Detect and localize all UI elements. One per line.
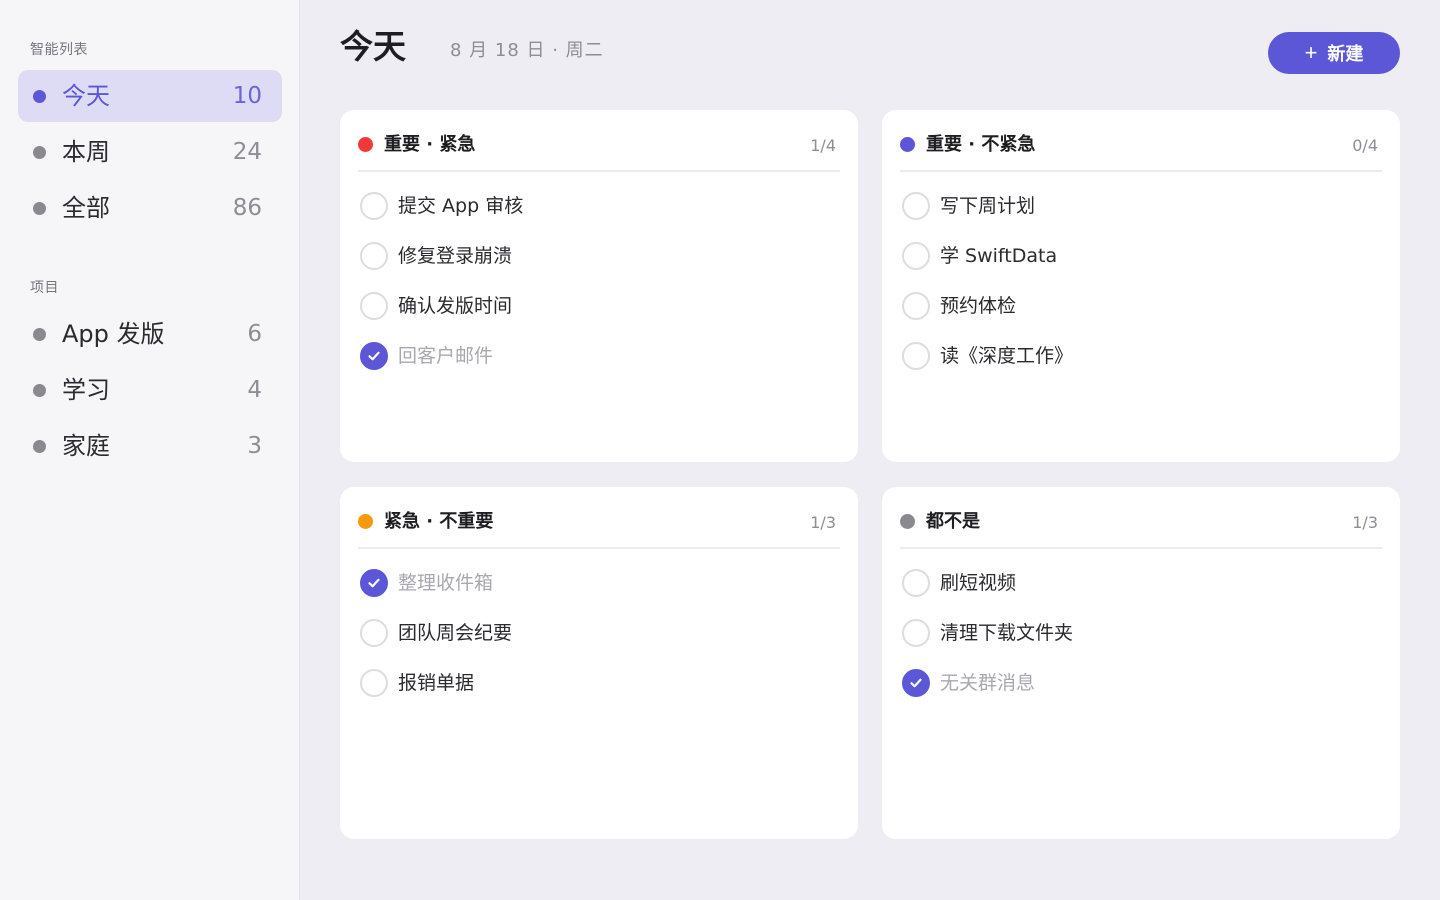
plus-icon: + bbox=[1304, 40, 1318, 65]
checked-circle-icon[interactable] bbox=[902, 669, 930, 697]
unchecked-circle-icon[interactable] bbox=[902, 569, 930, 597]
quadrant-important-urgent: 重要 · 紧急 1/4 提交 App 审核 修复登录崩溃 确认发版时间 回客户邮件 bbox=[340, 110, 858, 462]
sidebar-item-label: 全部 bbox=[62, 194, 110, 222]
page-date: 8 月 18 日 · 周二 bbox=[450, 40, 604, 61]
unchecked-circle-icon[interactable] bbox=[360, 619, 388, 647]
task-label: 刷短视频 bbox=[940, 572, 1017, 594]
sidebar-item-family[interactable]: 家庭 3 bbox=[18, 420, 282, 472]
quadrant-header: 重要 · 紧急 1/4 bbox=[358, 132, 840, 172]
task-item[interactable]: 无关群消息 bbox=[902, 668, 1372, 698]
quadrant-header: 紧急 · 不重要 1/3 bbox=[358, 509, 840, 549]
smart-list-heading: 智能列表 bbox=[30, 42, 88, 58]
task-label: 团队周会纪要 bbox=[398, 622, 513, 644]
sidebar-item-label: 今天 bbox=[62, 82, 110, 110]
task-item[interactable]: 确认发版时间 bbox=[360, 291, 830, 321]
sidebar-item-count: 10 bbox=[232, 83, 262, 109]
sidebar-item-count: 6 bbox=[247, 321, 262, 347]
dot-icon bbox=[33, 384, 46, 397]
sidebar-item-label: 学习 bbox=[62, 376, 110, 404]
sidebar-item-count: 24 bbox=[232, 139, 262, 165]
sidebar-item-label: App 发版 bbox=[62, 320, 165, 348]
unchecked-circle-icon[interactable] bbox=[360, 242, 388, 270]
new-task-button[interactable]: + 新建 bbox=[1268, 32, 1400, 74]
priority-dot-icon bbox=[358, 514, 373, 529]
sidebar: 智能列表 今天 10 本周 24 全部 86 项目 App 发版 6 学习 4 … bbox=[0, 0, 300, 900]
checked-circle-icon[interactable] bbox=[360, 342, 388, 370]
quadrant-header: 都不是 1/3 bbox=[900, 509, 1382, 549]
task-label: 报销单据 bbox=[398, 672, 475, 694]
dot-icon bbox=[33, 440, 46, 453]
task-item[interactable]: 学 SwiftData bbox=[902, 241, 1372, 271]
checkmark-icon bbox=[910, 678, 922, 688]
sidebar-item-today[interactable]: 今天 10 bbox=[18, 70, 282, 122]
checkmark-icon bbox=[368, 351, 380, 361]
dot-icon bbox=[33, 202, 46, 215]
task-item[interactable]: 刷短视频 bbox=[902, 568, 1372, 598]
quadrant-title: 紧急 · 不重要 bbox=[384, 511, 494, 532]
dot-icon bbox=[33, 328, 46, 341]
sidebar-item-study[interactable]: 学习 4 bbox=[18, 364, 282, 416]
quadrant-important-not-urgent: 重要 · 不紧急 0/4 写下周计划学 SwiftData 预约体检读《深度工作》 bbox=[882, 110, 1400, 462]
sidebar-item-count: 86 bbox=[232, 195, 262, 221]
projects-heading: 项目 bbox=[30, 280, 59, 296]
unchecked-circle-icon[interactable] bbox=[902, 342, 930, 370]
priority-dot-icon bbox=[358, 137, 373, 152]
task-label: 回客户邮件 bbox=[398, 345, 494, 367]
sidebar-item-label: 家庭 bbox=[62, 432, 110, 460]
task-label: 确认发版时间 bbox=[398, 295, 513, 317]
unchecked-circle-icon[interactable] bbox=[902, 292, 930, 320]
quadrant-progress: 1/4 bbox=[810, 136, 836, 155]
task-label: 修复登录崩溃 bbox=[398, 245, 513, 267]
task-item[interactable]: 报销单据 bbox=[360, 668, 830, 698]
task-item[interactable]: 读《深度工作》 bbox=[902, 341, 1372, 371]
unchecked-circle-icon[interactable] bbox=[902, 619, 930, 647]
task-item[interactable]: 修复登录崩溃 bbox=[360, 241, 830, 271]
task-item[interactable]: 回客户邮件 bbox=[360, 341, 830, 371]
quadrant-progress: 0/4 bbox=[1352, 136, 1378, 155]
quadrant-header: 重要 · 不紧急 0/4 bbox=[900, 132, 1382, 172]
sidebar-item-label: 本周 bbox=[62, 138, 110, 166]
unchecked-circle-icon[interactable] bbox=[360, 292, 388, 320]
checkmark-icon bbox=[368, 578, 380, 588]
sidebar-item-week[interactable]: 本周 24 bbox=[18, 126, 282, 178]
unchecked-circle-icon[interactable] bbox=[360, 192, 388, 220]
task-item[interactable]: 提交 App 审核 bbox=[360, 191, 830, 221]
task-item[interactable]: 写下周计划 bbox=[902, 191, 1372, 221]
priority-dot-icon bbox=[900, 137, 915, 152]
new-task-label: 新建 bbox=[1327, 44, 1364, 64]
dot-icon bbox=[33, 90, 46, 103]
task-label: 提交 App 审核 bbox=[398, 195, 524, 217]
unchecked-circle-icon[interactable] bbox=[902, 192, 930, 220]
checked-circle-icon[interactable] bbox=[360, 569, 388, 597]
task-label: 清理下载文件夹 bbox=[940, 622, 1074, 644]
task-item[interactable]: 整理收件箱 bbox=[360, 568, 830, 598]
task-label: 预约体检 bbox=[940, 295, 1017, 317]
unchecked-circle-icon[interactable] bbox=[902, 242, 930, 270]
task-label: 读《深度工作》 bbox=[940, 345, 1074, 367]
task-label: 整理收件箱 bbox=[398, 572, 494, 594]
priority-dot-icon bbox=[900, 514, 915, 529]
quadrant-title: 重要 · 紧急 bbox=[384, 134, 476, 155]
quadrant-progress: 1/3 bbox=[1352, 513, 1378, 532]
task-label: 写下周计划 bbox=[940, 195, 1036, 217]
quadrant-neither: 都不是 1/3 刷短视频清理下载文件夹 无关群消息 bbox=[882, 487, 1400, 839]
page-title: 今天 bbox=[340, 27, 406, 66]
task-item[interactable]: 预约体检 bbox=[902, 291, 1372, 321]
task-label: 无关群消息 bbox=[940, 672, 1036, 694]
task-item[interactable]: 团队周会纪要 bbox=[360, 618, 830, 648]
task-label: 学 SwiftData bbox=[940, 245, 1058, 267]
quadrant-urgent-not-important: 紧急 · 不重要 1/3 整理收件箱团队周会纪要 报销单据 bbox=[340, 487, 858, 839]
dot-icon bbox=[33, 146, 46, 159]
quadrant-progress: 1/3 bbox=[810, 513, 836, 532]
sidebar-item-all[interactable]: 全部 86 bbox=[18, 182, 282, 234]
sidebar-item-count: 3 bbox=[247, 433, 262, 459]
quadrant-title: 都不是 bbox=[926, 511, 980, 532]
task-item[interactable]: 清理下载文件夹 bbox=[902, 618, 1372, 648]
unchecked-circle-icon[interactable] bbox=[360, 669, 388, 697]
sidebar-item-app-release[interactable]: App 发版 6 bbox=[18, 308, 282, 360]
quadrant-title: 重要 · 不紧急 bbox=[926, 134, 1036, 155]
sidebar-item-count: 4 bbox=[247, 377, 262, 403]
